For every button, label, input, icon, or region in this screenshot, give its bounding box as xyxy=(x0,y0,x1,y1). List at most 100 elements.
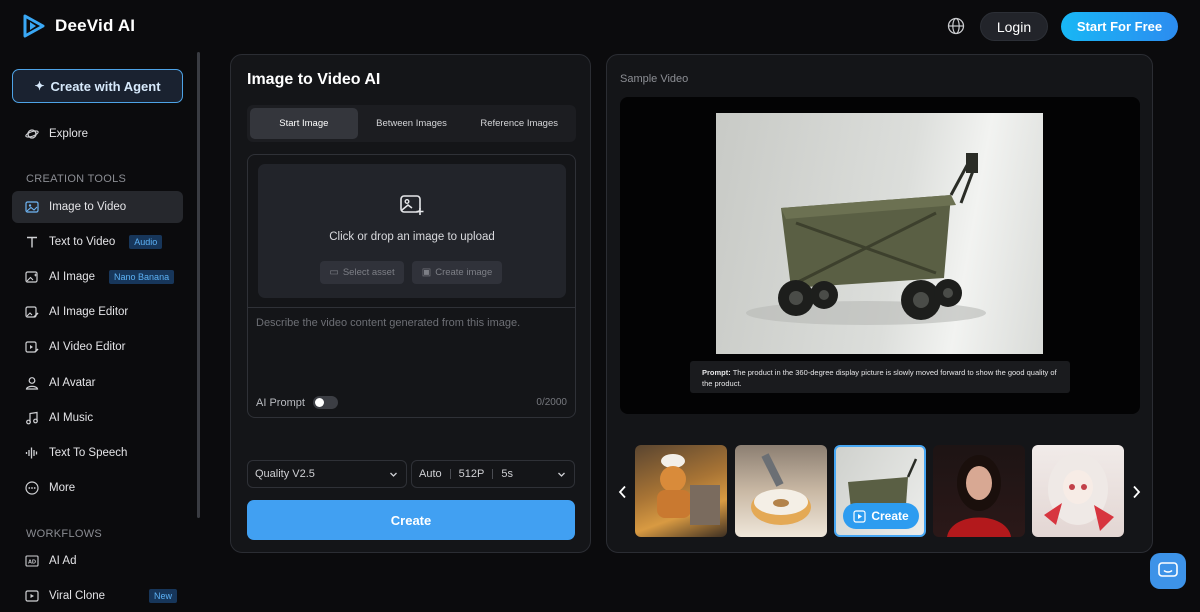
sidebar-item-viral-clone[interactable]: Viral Clone New xyxy=(12,580,183,612)
top-header: DeeVid AI Login Start For Free xyxy=(0,0,1200,52)
thumbnail-woman[interactable] xyxy=(933,445,1025,537)
sidebar-item-label: AI Music xyxy=(49,412,94,424)
audio-badge: Audio xyxy=(129,235,163,249)
sidebar-item-label: AI Image Editor xyxy=(49,306,129,318)
sparkle-icon: ✦ xyxy=(34,79,45,93)
globe-icon[interactable] xyxy=(947,17,965,35)
sample-video-frame xyxy=(716,113,1043,354)
login-button[interactable]: Login xyxy=(980,12,1048,41)
text-icon xyxy=(25,235,39,249)
sidebar-item-label: AI Ad xyxy=(49,555,77,567)
create-button[interactable]: Create xyxy=(247,500,575,540)
create-with-agent-button[interactable]: ✦ Create with Agent xyxy=(12,69,183,103)
prompt-prefix: Prompt: xyxy=(702,368,731,377)
thumbnail-create-label: Create xyxy=(871,509,909,523)
duration-value: 5s xyxy=(501,468,513,480)
wagon-image xyxy=(746,153,986,325)
prompt-textarea[interactable]: Describe the video content generated fro… xyxy=(256,317,520,329)
more-icon xyxy=(25,481,39,495)
sample-thumbnails: Create xyxy=(635,445,1125,537)
chevron-left-icon[interactable] xyxy=(617,485,629,499)
sidebar-item-label: AI Image xyxy=(49,271,96,283)
ratio-value: Auto xyxy=(419,468,442,480)
page-title: Image to Video AI xyxy=(247,71,381,88)
video-settings-select[interactable]: Auto 512P 5s xyxy=(411,460,575,488)
separator xyxy=(449,469,451,479)
thumbnail-create-button[interactable]: Create xyxy=(843,503,919,529)
anime-girl-image xyxy=(1044,453,1114,531)
planet-icon xyxy=(25,127,39,141)
video-edit-icon xyxy=(25,340,39,354)
logo-text: DeeVid AI xyxy=(55,16,136,35)
tab-reference-images[interactable]: Reference Images xyxy=(465,108,573,139)
sidebar-item-ai-image-editor[interactable]: AI Image Editor xyxy=(12,296,183,328)
sidebar-item-ai-avatar[interactable]: AI Avatar xyxy=(12,367,183,399)
ai-prompt-label: AI Prompt xyxy=(256,396,305,409)
quality-value: Quality V2.5 xyxy=(255,468,315,480)
create-image-label: Create image xyxy=(435,267,493,278)
mode-tabs: Start Image Between Images Reference Ima… xyxy=(247,105,576,142)
new-badge: New xyxy=(149,589,178,603)
tab-between-images[interactable]: Between Images xyxy=(358,108,466,139)
image-icon: ▣ xyxy=(421,267,432,278)
ad-icon: AD xyxy=(25,554,39,568)
upload-instruction: Click or drop an image to upload xyxy=(329,231,495,243)
creation-tools-label: CREATION TOOLS xyxy=(26,173,127,185)
agent-button-label: Create with Agent xyxy=(50,78,161,94)
logo-icon xyxy=(23,14,45,38)
start-free-button[interactable]: Start For Free xyxy=(1061,12,1178,41)
tab-start-image[interactable]: Start Image xyxy=(250,108,358,139)
play-icon xyxy=(853,509,866,523)
sidebar-item-text-to-speech[interactable]: Text To Speech xyxy=(12,437,183,469)
woman-portrait-image xyxy=(947,455,1011,537)
chevron-right-icon[interactable] xyxy=(1130,485,1142,499)
folder-icon: ▭ xyxy=(329,267,339,278)
avatar-icon xyxy=(25,376,39,390)
sidebar-item-text-to-video[interactable]: Text to Video Audio xyxy=(12,226,183,258)
thumbnail-anime[interactable] xyxy=(1032,445,1124,537)
sample-video-player[interactable]: Prompt: The product in the 360-degree di… xyxy=(620,97,1140,414)
sample-video-panel: Sample Video Prompt: The product in the … xyxy=(606,54,1153,553)
quality-select[interactable]: Quality V2.5 xyxy=(247,460,407,488)
sample-video-label: Sample Video xyxy=(620,73,689,85)
sidebar-item-ai-music[interactable]: AI Music xyxy=(12,402,183,434)
thumbnail-cat-chef[interactable] xyxy=(635,445,727,537)
ai-prompt-control: AI Prompt xyxy=(256,396,338,409)
sidebar-item-label: Explore xyxy=(49,128,88,140)
select-asset-button[interactable]: ▭ Select asset xyxy=(320,261,404,284)
character-counter: 0/2000 xyxy=(536,397,567,408)
thumbnail-donut[interactable] xyxy=(735,445,827,537)
nano-banana-badge: Nano Banana xyxy=(109,270,175,284)
sidebar-item-ai-ad[interactable]: AD AI Ad xyxy=(12,545,183,577)
sidebar-scrollbar[interactable] xyxy=(197,52,200,518)
divider xyxy=(248,307,575,308)
thumbnail-wagon[interactable]: Create xyxy=(834,445,926,537)
sidebar-item-label: AI Video Editor xyxy=(49,341,126,353)
image-upload-dropzone[interactable]: Click or drop an image to upload ▭ Selec… xyxy=(258,164,566,298)
sidebar-item-ai-video-editor[interactable]: AI Video Editor xyxy=(12,331,183,363)
prompt-text: The product in the 360-degree display pi… xyxy=(702,368,1057,388)
donut-image xyxy=(751,453,811,525)
sidebar-item-label: More xyxy=(49,482,76,494)
resolution-value: 512P xyxy=(458,468,485,480)
sidebar-item-more[interactable]: More xyxy=(12,472,183,504)
sample-prompt-caption: Prompt: The product in the 360-degree di… xyxy=(690,361,1070,393)
sidebar-item-ai-image[interactable]: AI Image Nano Banana xyxy=(12,261,183,293)
chevron-down-icon xyxy=(558,472,565,477)
svg-text:AD: AD xyxy=(28,560,36,566)
image-upload-icon xyxy=(400,195,424,215)
sidebar-item-image-to-video[interactable]: Image to Video xyxy=(12,191,183,223)
sidebar-item-label: Text to Video xyxy=(49,236,116,248)
sidebar: ✦ Create with Agent Explore CREATION TOO… xyxy=(0,52,200,606)
chat-support-button[interactable] xyxy=(1150,553,1186,589)
logo[interactable]: DeeVid AI xyxy=(23,14,135,38)
workflows-label: WORKFLOWS xyxy=(26,528,103,540)
ai-prompt-toggle[interactable] xyxy=(312,396,338,409)
sidebar-item-label: Image to Video xyxy=(49,201,127,213)
sidebar-item-explore[interactable]: Explore xyxy=(12,118,183,150)
chat-icon xyxy=(1158,562,1178,577)
create-image-button[interactable]: ▣ Create image xyxy=(412,261,502,284)
clone-icon xyxy=(25,589,39,603)
sidebar-item-label: AI Avatar xyxy=(49,377,96,389)
waveform-icon xyxy=(25,446,39,460)
